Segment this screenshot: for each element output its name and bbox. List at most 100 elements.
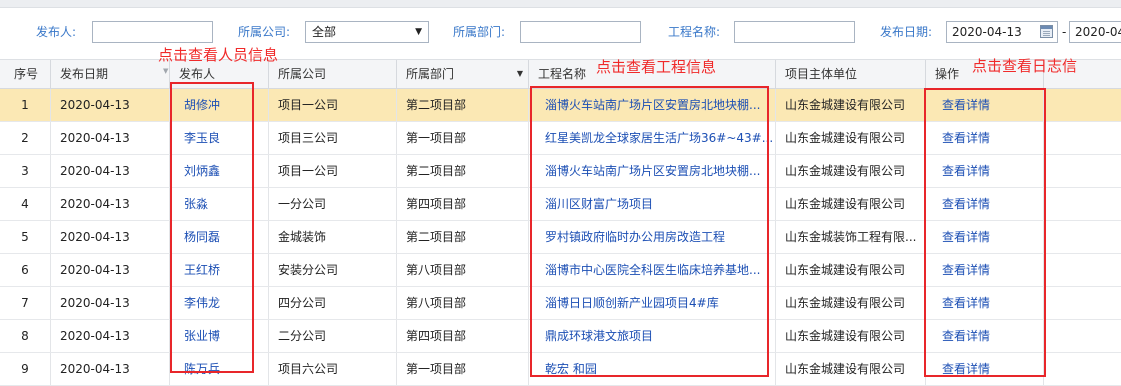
date-to-input[interactable]: 2020-04- (1069, 21, 1121, 43)
cell-unit: 山东金城建设有限公司 (776, 188, 926, 220)
company-filter-select[interactable]: 全部 ▼ (305, 21, 429, 43)
cell-unit: 山东金城建设有限公司 (776, 89, 926, 121)
department-filter-label: 所属部门: (453, 25, 506, 39)
cell-date: 2020-04-13 (51, 89, 170, 121)
table-row[interactable]: 6 2020-04-13 王红桥 安装分公司 第八项目部 淄博市中心医院全科医生临床培养基… (0, 254, 1121, 287)
table-row[interactable]: 9 2020-04-13 陈万兵 项目六公司 第一项目部 乾宏 和园 山东金城建设有限公司查… (0, 353, 1121, 386)
department-filter-input[interactable] (520, 21, 641, 43)
cell-project[interactable]: 红星美凯龙全球家居生活广场36#~43#... (529, 122, 776, 154)
cell-action-view-details-link[interactable]: 查看详情 (926, 221, 1044, 253)
cell-company: 四分公司 (269, 287, 397, 319)
cell-action-view-details-link[interactable]: 查看详情 (926, 89, 1044, 121)
date-from-value: 2020-04-13 (952, 25, 1022, 39)
calendar-icon[interactable] (1040, 25, 1053, 38)
cell-unit: 山东金城建设有限公司 (776, 353, 926, 385)
cell-date: 2020-04-13 (51, 188, 170, 220)
cell-index: 7 (0, 287, 51, 319)
cell-action-view-details-link[interactable]: 查看详情 (926, 122, 1044, 154)
header-department: 所属部门 (397, 60, 529, 88)
cell-date: 2020-04-13 (51, 221, 170, 253)
header-department-label: 所属部门 (406, 67, 455, 81)
cell-department: 第二项目部 (397, 221, 529, 253)
cell-company: 一分公司 (269, 188, 397, 220)
table-row[interactable]: 5 2020-04-13 杨同磊 金城装饰 第二项目部 罗村镇政府临时办公用房改造工程 山东… (0, 221, 1121, 254)
cell-index: 2 (0, 122, 51, 154)
cell-company: 项目六公司 (269, 353, 397, 385)
cell-project[interactable]: 鼎成环球港文旅项目 (529, 320, 776, 352)
publisher-filter-label: 发布人: (36, 25, 77, 39)
cell-unit: 山东金城建设有限公司 (776, 287, 926, 319)
table-header-row: 序号 发布日期 ▼ 发布人 所属公司 所属部门 ▼ 工程名称 项目主体单位 操作 (0, 60, 1121, 89)
cell-unit: 山东金城建设有限公司 (776, 155, 926, 187)
cell-action-view-details-link[interactable]: 查看详情 (926, 353, 1044, 385)
cell-index: 4 (0, 188, 51, 220)
cell-company: 金城装饰 (269, 221, 397, 253)
cell-project[interactable]: 乾宏 和园 (529, 353, 776, 385)
header-date[interactable]: 发布日期 ▼ (51, 60, 170, 88)
table-row[interactable]: 1 2020-04-13 胡修冲 项目一公司 第二项目部 淄博火车站南广场片区安置房北地块… (0, 89, 1121, 122)
cell-publisher[interactable]: 李伟龙 (170, 287, 269, 319)
cell-index: 6 (0, 254, 51, 286)
top-toolbar-strip (0, 0, 1121, 8)
cell-publisher[interactable]: 刘炳鑫 (170, 155, 269, 187)
column-menu-icon[interactable]: ▼ (514, 60, 526, 88)
cell-project[interactable]: 淄博火车站南广场片区安置房北地块棚... (529, 89, 776, 121)
table-row[interactable]: 8 2020-04-13 张业博 二分公司 第四项目部 鼎成环球港文旅项目 山东金城建设有限… (0, 320, 1121, 353)
date-from-input[interactable]: 2020-04-13 (946, 21, 1058, 43)
cell-date: 2020-04-13 (51, 122, 170, 154)
table-row[interactable]: 3 2020-04-13 刘炳鑫 项目一公司 第二项目部 淄博火车站南广场片区安置房北地块… (0, 155, 1121, 188)
cell-date: 2020-04-13 (51, 254, 170, 286)
cell-index: 3 (0, 155, 51, 187)
cell-action-view-details-link[interactable]: 查看详情 (926, 254, 1044, 286)
cell-unit: 山东金城建设有限公司 (776, 320, 926, 352)
header-company: 所属公司 (269, 60, 397, 88)
table-body: 1 2020-04-13 胡修冲 项目一公司 第二项目部 淄博火车站南广场片区安置房北地块… (0, 89, 1121, 386)
cell-publisher[interactable]: 李玉良 (170, 122, 269, 154)
cell-publisher[interactable]: 胡修冲 (170, 89, 269, 121)
project-filter-label: 工程名称: (668, 25, 721, 39)
table-row[interactable]: 7 2020-04-13 李伟龙 四分公司 第八项目部 淄博日日顺创新产业园项目4#库 山东… (0, 287, 1121, 320)
cell-index: 9 (0, 353, 51, 385)
cell-department: 第八项目部 (397, 254, 529, 286)
cell-date: 2020-04-13 (51, 287, 170, 319)
cell-publisher[interactable]: 张淼 (170, 188, 269, 220)
date-separator: - (1062, 25, 1067, 39)
table-row[interactable]: 4 2020-04-13 张淼 一分公司 第四项目部 淄川区财富广场项目 山东金城建设有限公… (0, 188, 1121, 221)
cell-department: 第四项目部 (397, 320, 529, 352)
cell-company: 项目一公司 (269, 89, 397, 121)
cell-date: 2020-04-13 (51, 155, 170, 187)
table-row[interactable]: 2 2020-04-13 李玉良 项目三公司 第一项目部 红星美凯龙全球家居生活广场36#… (0, 122, 1121, 155)
cell-action-view-details-link[interactable]: 查看详情 (926, 320, 1044, 352)
cell-index: 1 (0, 89, 51, 121)
date-filter-label: 发布日期: (880, 25, 933, 39)
header-date-label: 发布日期 (60, 67, 109, 81)
cell-department: 第四项目部 (397, 188, 529, 220)
cell-department: 第二项目部 (397, 89, 529, 121)
cell-department: 第一项目部 (397, 122, 529, 154)
publisher-filter-input[interactable] (92, 21, 213, 43)
cell-action-view-details-link[interactable]: 查看详情 (926, 188, 1044, 220)
log-table: 序号 发布日期 ▼ 发布人 所属公司 所属部门 ▼ 工程名称 项目主体单位 操作… (0, 59, 1121, 386)
cell-index: 8 (0, 320, 51, 352)
cell-index: 5 (0, 221, 51, 253)
cell-action-view-details-link[interactable]: 查看详情 (926, 287, 1044, 319)
cell-project[interactable]: 淄博火车站南广场片区安置房北地块棚... (529, 155, 776, 187)
company-filter-label: 所属公司: (238, 25, 291, 39)
cell-publisher[interactable]: 陈万兵 (170, 353, 269, 385)
project-filter-input[interactable] (734, 21, 855, 43)
cell-project[interactable]: 淄博日日顺创新产业园项目4#库 (529, 287, 776, 319)
cell-project[interactable]: 淄川区财富广场项目 (529, 188, 776, 220)
cell-unit: 山东金城建设有限公司 (776, 122, 926, 154)
cell-publisher[interactable]: 张业博 (170, 320, 269, 352)
cell-publisher[interactable]: 王红桥 (170, 254, 269, 286)
cell-action-view-details-link[interactable]: 查看详情 (926, 155, 1044, 187)
cell-project[interactable]: 淄博市中心医院全科医生临床培养基地... (529, 254, 776, 286)
cell-date: 2020-04-13 (51, 353, 170, 385)
cell-publisher[interactable]: 杨同磊 (170, 221, 269, 253)
header-publisher: 发布人 (170, 60, 269, 88)
cell-unit: 山东金城装饰工程有限... (776, 221, 926, 253)
annotation-log-info: 点击查看日志信 (972, 57, 1078, 75)
chevron-down-icon: ▼ (415, 27, 422, 37)
header-unit: 项目主体单位 (776, 60, 926, 88)
cell-project[interactable]: 罗村镇政府临时办公用房改造工程 (529, 221, 776, 253)
